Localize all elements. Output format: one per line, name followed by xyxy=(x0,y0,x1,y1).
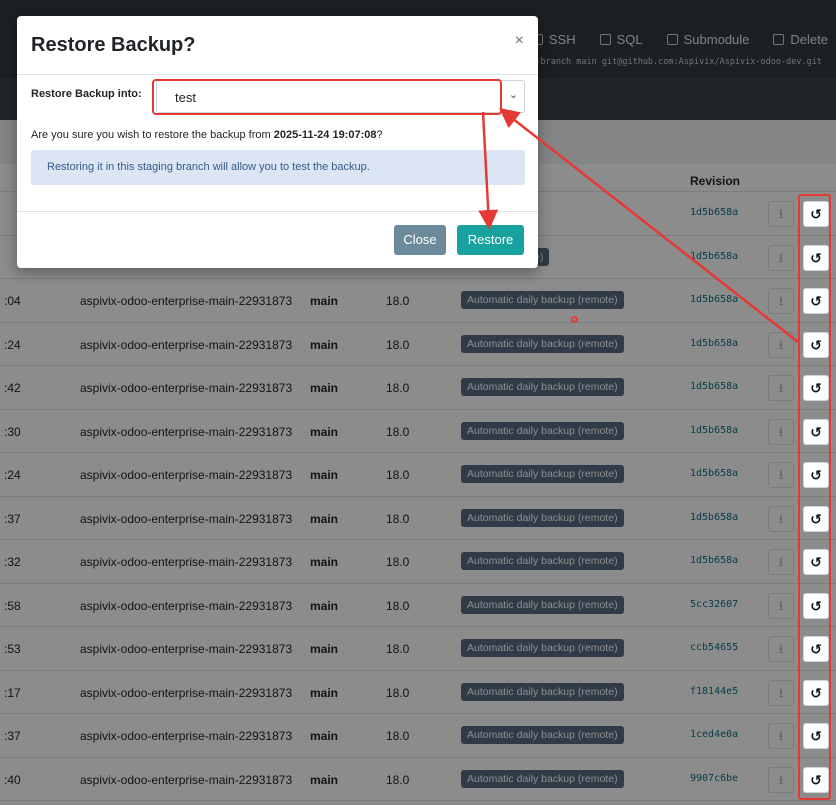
arrow-to-restore xyxy=(478,111,499,230)
annotation-arrows xyxy=(478,107,799,343)
arrow-to-select xyxy=(499,107,799,343)
